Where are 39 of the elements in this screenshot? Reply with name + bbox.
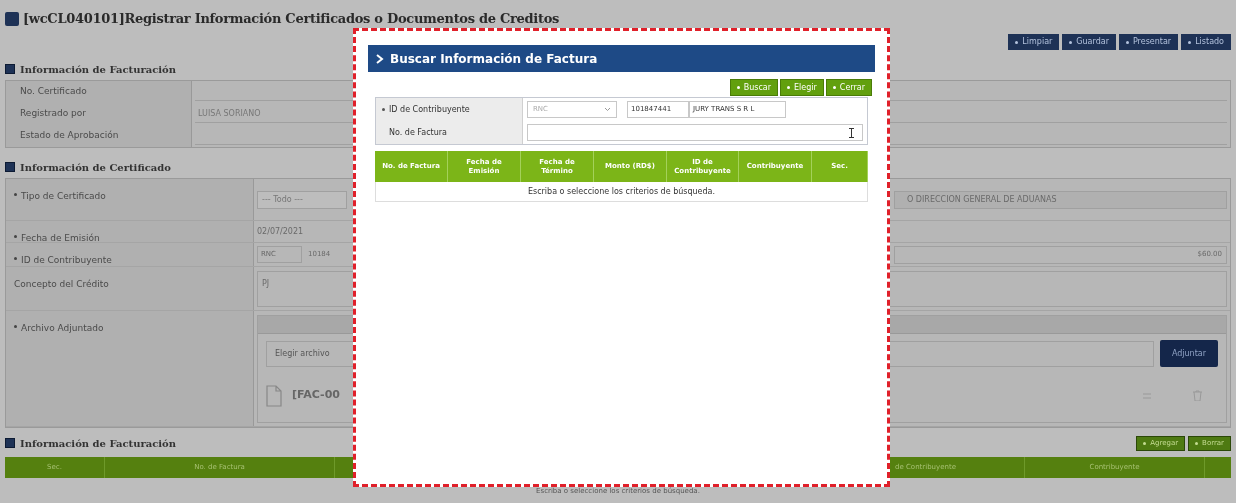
field-label: Concepto del Crédito bbox=[14, 279, 109, 289]
section-icon bbox=[5, 162, 15, 172]
attach-button[interactable]: Adjuntar bbox=[1159, 340, 1218, 367]
input-field[interactable] bbox=[527, 124, 863, 141]
field-value: LUISA SORIANO bbox=[198, 107, 261, 120]
empty-message: Escriba o seleccione los criterios de búsqueda. bbox=[527, 185, 716, 198]
document-icon bbox=[266, 384, 282, 407]
field-label: Fecha de Emisión bbox=[21, 233, 100, 243]
field-label: Tipo de Certificado bbox=[21, 191, 106, 201]
section-title: Información de Facturación bbox=[20, 62, 176, 77]
dialog-title: Buscar Información de Factura bbox=[390, 50, 598, 68]
action-button[interactable]: Buscar bbox=[729, 79, 779, 96]
section-title: Información de Facturación bbox=[20, 436, 176, 451]
chevron-icon bbox=[376, 53, 384, 64]
section-title: Información de Certificado bbox=[20, 160, 171, 175]
text-cursor-icon bbox=[849, 127, 854, 138]
issuer-field: O DIRECCION GENERAL DE ADUANAS bbox=[894, 190, 1227, 209]
action-button[interactable]: Elegir bbox=[780, 79, 824, 96]
window-title: [wcCL040101]Registrar Información Certificados o Documentos de Creditos bbox=[23, 10, 560, 29]
toolbar-button[interactable]: Presentar bbox=[1118, 34, 1179, 50]
app-icon bbox=[5, 12, 19, 26]
toolbar-button[interactable]: Guardar bbox=[1062, 34, 1116, 50]
section-icon bbox=[5, 64, 15, 74]
field-label: No. Certificado bbox=[20, 85, 87, 99]
field-label: Archivo Adjuntado bbox=[21, 323, 104, 333]
action-button[interactable]: Cerrar bbox=[825, 79, 872, 96]
trash-icon[interactable] bbox=[1193, 390, 1202, 401]
date-field[interactable]: 02/07/2021 bbox=[257, 222, 347, 241]
field-label: Estado de Aprobación bbox=[20, 129, 119, 143]
field-label: No. de Factura bbox=[389, 126, 447, 139]
toolbar-button[interactable]: Listado bbox=[1181, 34, 1231, 50]
file-name: [FAC-00 bbox=[292, 387, 340, 404]
chevron-down-icon bbox=[604, 107, 611, 112]
field-label: ID de Contribuyente bbox=[389, 103, 470, 116]
section-icon bbox=[5, 438, 15, 448]
toolbar-button[interactable]: Limpiar bbox=[1008, 34, 1060, 50]
field-label: ID de Contribuyente bbox=[21, 255, 112, 265]
field-label: Registrado por bbox=[20, 107, 87, 121]
select-field[interactable]: --- Todo --- bbox=[257, 190, 347, 209]
